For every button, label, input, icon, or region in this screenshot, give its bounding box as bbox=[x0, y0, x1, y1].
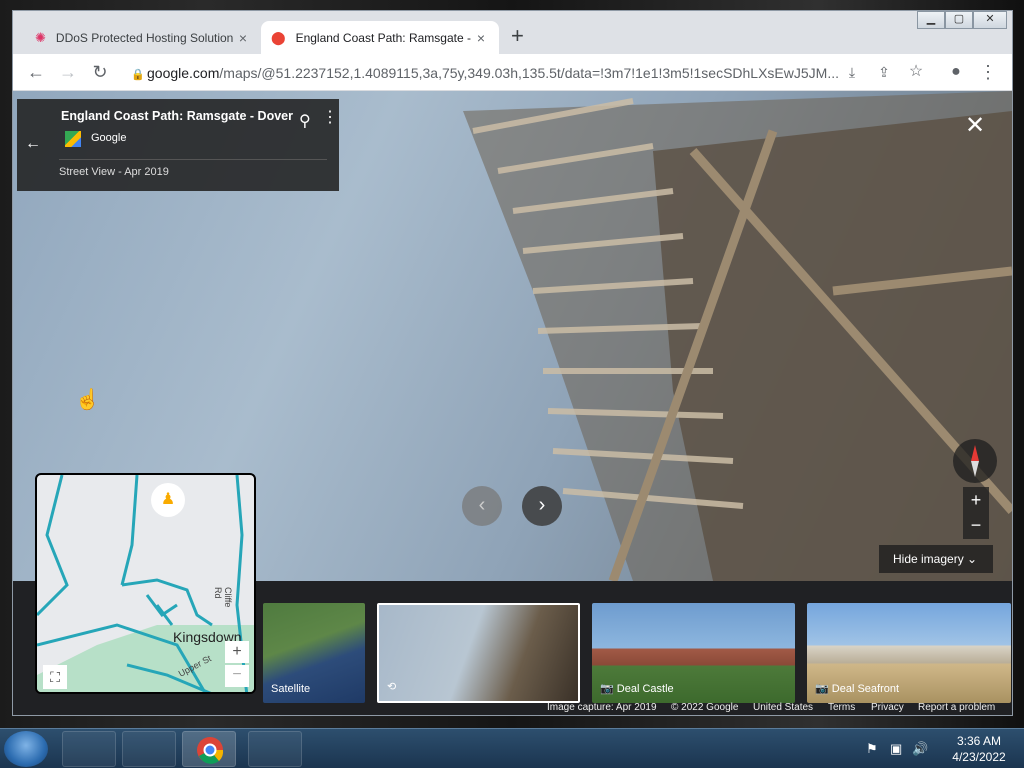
profile-icon[interactable]: ● bbox=[945, 62, 967, 82]
minimap-zoom-in-button[interactable]: + bbox=[225, 641, 249, 663]
hide-imagery-label: Hide imagery bbox=[893, 552, 964, 566]
close-icon[interactable]: × bbox=[235, 30, 251, 46]
camera-icon: 📷 bbox=[600, 683, 614, 695]
address-bar[interactable]: 🔒 google.com/maps/@51.2237152,1.4089115,3… bbox=[131, 61, 851, 85]
hand-cursor-icon: ☝ bbox=[75, 389, 100, 411]
clock-date: 4/23/2022 bbox=[952, 750, 1006, 764]
ddos-site-icon: ✺ bbox=[35, 29, 46, 45]
tab-maps[interactable]: ⬤ England Coast Path: Ramsgate - D × bbox=[261, 21, 499, 54]
back-arrow-icon[interactable]: ← bbox=[25, 135, 41, 153]
tab-ddos[interactable]: ✺ DDoS Protected Hosting Solution × bbox=[25, 21, 261, 54]
share-icon[interactable]: ⇪ bbox=[873, 62, 895, 82]
pegman-icon[interactable]: ♟ bbox=[151, 483, 185, 517]
google-maps-icon: ⬤ bbox=[271, 29, 286, 45]
flag-icon[interactable]: ⚑ bbox=[866, 741, 878, 757]
network-icon[interactable]: ▣ bbox=[890, 741, 902, 757]
thumbnail-label: 📷 Deal Seafront bbox=[815, 682, 899, 695]
forward-icon[interactable]: → bbox=[57, 62, 79, 82]
toolbar: ← → ↻ 🔒 google.com/maps/@51.2237152,1.408… bbox=[13, 54, 1012, 91]
country-link[interactable]: United States bbox=[753, 702, 813, 713]
terms-link[interactable]: Terms bbox=[828, 702, 855, 713]
media-player-taskbar-icon[interactable] bbox=[122, 731, 176, 767]
close-street-view-icon[interactable]: ✕ bbox=[965, 111, 985, 140]
zoom-out-button[interactable]: − bbox=[963, 513, 989, 539]
fullscreen-icon[interactable]: ⛶ bbox=[43, 665, 67, 689]
map-footer: Image capture: Apr 2019 © 2022 Google Un… bbox=[13, 699, 1012, 715]
explorer-taskbar-icon[interactable] bbox=[62, 731, 116, 767]
thumbnail-text: Deal Castle bbox=[616, 683, 674, 695]
thumbnail-text: Deal Seafront bbox=[831, 683, 900, 695]
maximize-button[interactable]: ▢ bbox=[945, 11, 973, 29]
info-date[interactable]: Street View - Apr 2019 bbox=[59, 166, 169, 178]
thumbnail-label: Satellite bbox=[271, 683, 311, 695]
start-button[interactable] bbox=[4, 731, 48, 767]
url-path: /maps/@51.2237152,1.4089115,3a,75y,349.0… bbox=[219, 65, 839, 81]
info-card: ← England Coast Path: Ramsgate - Dover G… bbox=[17, 99, 339, 191]
minimize-button[interactable]: ▁ bbox=[917, 11, 945, 29]
thumbnail-current[interactable]: ⟲ bbox=[377, 603, 580, 703]
taskbar: ⚑ ▣ 🔊 3:36 AM 4/23/2022 bbox=[0, 728, 1024, 768]
chrome-taskbar-icon[interactable] bbox=[182, 731, 236, 767]
thumbnail-label: 📷 Deal Castle bbox=[600, 682, 674, 695]
street-view[interactable]: ← England Coast Path: Ramsgate - Dover G… bbox=[13, 91, 1012, 715]
report-problem-link[interactable]: Report a problem bbox=[918, 702, 995, 713]
divider bbox=[59, 159, 327, 160]
url-host: google.com bbox=[147, 65, 220, 81]
tab-title: England Coast Path: Ramsgate - D bbox=[295, 30, 473, 45]
menu-icon[interactable]: ⋮ bbox=[977, 62, 999, 82]
previous-image-button[interactable]: ‹ bbox=[462, 486, 502, 526]
tab-title: DDoS Protected Hosting Solution bbox=[55, 30, 234, 45]
google-photo-icon bbox=[65, 131, 81, 147]
clock[interactable]: 3:36 AM 4/23/2022 bbox=[940, 733, 1018, 765]
compass-icon[interactable] bbox=[953, 439, 997, 483]
chevron-down-icon: ⌄ bbox=[967, 552, 978, 566]
browser-window: ✺ DDoS Protected Hosting Solution × ⬤ En… bbox=[12, 10, 1013, 716]
volume-icon[interactable]: 🔊 bbox=[912, 741, 928, 757]
camera-icon: 📷 bbox=[815, 683, 829, 695]
location-pin-icon[interactable]: ⚲ bbox=[299, 111, 311, 131]
minimap-zoom-out-button[interactable]: − bbox=[225, 665, 249, 687]
hide-imagery-button[interactable]: Hide imagery ⌄ bbox=[879, 545, 993, 573]
map-road-label: Cliffe Rd bbox=[213, 587, 233, 608]
bookmark-star-icon[interactable]: ☆ bbox=[905, 62, 927, 82]
thumbnail-deal-seafront[interactable]: 📷 Deal Seafront bbox=[807, 603, 1011, 703]
copyright: © 2022 Google bbox=[671, 702, 739, 713]
next-image-button[interactable]: › bbox=[522, 486, 562, 526]
zoom-in-button[interactable]: + bbox=[963, 487, 989, 513]
install-icon[interactable]: ⤓ bbox=[841, 62, 863, 82]
lock-icon: 🔒 bbox=[131, 69, 145, 81]
thumbnail-satellite[interactable]: Satellite bbox=[263, 603, 365, 703]
minimap[interactable]: ♟ Kingsdown Cliffe Rd Upper St + − ⛶ bbox=[35, 473, 256, 694]
image-capture-date: Image capture: Apr 2019 bbox=[547, 702, 657, 713]
close-window-button[interactable]: ✕ bbox=[973, 11, 1007, 29]
360-icon: ⟲ bbox=[387, 681, 397, 693]
thumbnail-deal-castle[interactable]: 📷 Deal Castle bbox=[592, 603, 795, 703]
info-title[interactable]: England Coast Path: Ramsgate - Dover bbox=[61, 109, 293, 123]
close-icon[interactable]: × bbox=[473, 30, 489, 46]
info-source[interactable]: Google bbox=[91, 132, 126, 144]
tab-bar: ✺ DDoS Protected Hosting Solution × ⬤ En… bbox=[13, 11, 1012, 54]
reload-icon[interactable]: ↻ bbox=[89, 62, 111, 82]
new-tab-button[interactable]: + bbox=[511, 25, 524, 47]
privacy-link[interactable]: Privacy bbox=[871, 702, 904, 713]
back-icon[interactable]: ← bbox=[25, 62, 47, 82]
more-options-icon[interactable]: ⋮ bbox=[322, 110, 338, 126]
clock-time: 3:36 AM bbox=[956, 734, 1002, 748]
control-panel-taskbar-icon[interactable] bbox=[248, 731, 302, 767]
